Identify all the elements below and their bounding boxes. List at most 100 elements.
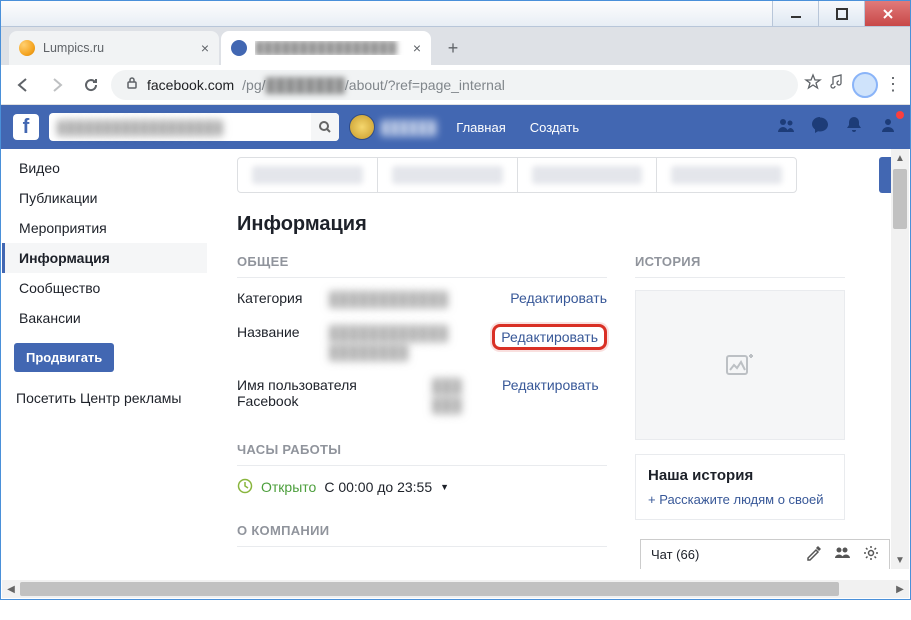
friend-requests-button[interactable] bbox=[776, 115, 796, 140]
tab-strip: Lumpics.ru × ████████████████ × + bbox=[1, 27, 910, 65]
fb-nav-create[interactable]: Создать bbox=[520, 120, 589, 135]
action-segment[interactable] bbox=[518, 158, 658, 192]
page-content: Видео Публикации Мероприятия Информация … bbox=[2, 149, 909, 569]
scroll-down-icon[interactable]: ▼ bbox=[891, 551, 909, 569]
fb-search-placeholder: ██████████████████ bbox=[57, 120, 311, 135]
fb-profile-name: ██████ bbox=[381, 120, 436, 135]
window-maximize-button[interactable] bbox=[818, 1, 864, 26]
vertical-scrollbar[interactable]: ▲ ▼ bbox=[891, 149, 909, 569]
label-name: Название bbox=[237, 324, 319, 340]
url-path: /pg/████████/about/?ref=page_internal bbox=[242, 77, 505, 93]
nav-reload-button[interactable] bbox=[77, 71, 105, 99]
url-field[interactable]: facebook.com/pg/████████/about/?ref=page… bbox=[111, 70, 798, 100]
edit-category-link[interactable]: Редактировать bbox=[510, 290, 607, 306]
fb-nav: Главная Создать bbox=[446, 120, 589, 135]
story-card: Наша история + Расскажите людям о своей bbox=[635, 454, 845, 520]
fb-logo-icon[interactable]: f bbox=[13, 114, 39, 140]
tab-title: Lumpics.ru bbox=[43, 41, 193, 55]
action-segment[interactable] bbox=[378, 158, 518, 192]
sidebar-item-posts[interactable]: Публикации bbox=[2, 183, 207, 213]
row-username: Имя пользователя Facebook ██████ Редакти… bbox=[237, 377, 607, 416]
sidebar-item-events[interactable]: Мероприятия bbox=[2, 213, 207, 243]
sidebar-item-about[interactable]: Информация bbox=[2, 243, 207, 273]
messenger-icon bbox=[810, 115, 830, 135]
value-name: ████████████████████ bbox=[329, 324, 482, 363]
story-card-title: Наша история bbox=[648, 467, 832, 484]
reload-icon bbox=[82, 76, 100, 94]
browser-tab-lumpics[interactable]: Lumpics.ru × bbox=[9, 31, 219, 65]
window-close-button[interactable] bbox=[864, 1, 910, 26]
close-icon bbox=[882, 8, 894, 20]
chevron-down-icon: ▼ bbox=[440, 482, 449, 492]
fb-search-input[interactable]: ██████████████████ bbox=[49, 113, 339, 141]
url-domain: facebook.com bbox=[147, 77, 234, 93]
lock-icon bbox=[125, 76, 139, 93]
sidebar-item-jobs[interactable]: Вакансии bbox=[2, 303, 207, 333]
scroll-left-icon[interactable]: ◀ bbox=[2, 580, 20, 598]
profile-button[interactable] bbox=[852, 72, 878, 98]
tab-title: ████████████████ bbox=[255, 41, 405, 55]
ad-center-link[interactable]: Посетить Центр рекламы bbox=[2, 382, 207, 414]
minimize-icon bbox=[790, 8, 802, 20]
avatar-icon bbox=[349, 114, 375, 140]
messenger-button[interactable] bbox=[810, 115, 830, 140]
browser-menu-button[interactable]: ⋮ bbox=[884, 74, 902, 95]
notification-dot-icon bbox=[896, 111, 904, 119]
maximize-icon bbox=[836, 8, 848, 20]
favicon-icon bbox=[231, 40, 247, 56]
browser-window: Lumpics.ru × ████████████████ × + facebo… bbox=[0, 0, 911, 600]
window-minimize-button[interactable] bbox=[772, 1, 818, 26]
fb-profile-link[interactable]: ██████ bbox=[349, 114, 436, 140]
nav-back-button[interactable] bbox=[9, 71, 37, 99]
edit-username-link[interactable]: Редактировать bbox=[502, 377, 599, 393]
group-icon[interactable] bbox=[833, 545, 851, 564]
page-sidebar: Видео Публикации Мероприятия Информация … bbox=[2, 149, 207, 569]
tab-close-icon[interactable]: × bbox=[413, 40, 421, 56]
fb-nav-home[interactable]: Главная bbox=[446, 120, 515, 135]
bookmark-button[interactable] bbox=[804, 73, 822, 96]
scroll-thumb[interactable] bbox=[20, 582, 839, 596]
search-icon[interactable] bbox=[311, 113, 339, 141]
story-image-placeholder[interactable] bbox=[635, 290, 845, 440]
sidebar-item-video[interactable]: Видео bbox=[2, 153, 207, 183]
action-segment[interactable] bbox=[238, 158, 378, 192]
notifications-button[interactable] bbox=[844, 115, 864, 140]
story-column: ИСТОРИЯ Наша история + Расскажите людям … bbox=[635, 254, 845, 559]
horizontal-scrollbar[interactable]: ◀ ▶ bbox=[2, 580, 909, 598]
hours-status: Открыто bbox=[261, 479, 316, 495]
scroll-thumb[interactable] bbox=[893, 169, 907, 229]
page-title: Информация bbox=[237, 213, 909, 236]
image-plus-icon bbox=[726, 353, 754, 377]
hours-row[interactable]: Открыто С 00:00 до 23:55 ▼ bbox=[237, 478, 607, 497]
scroll-up-icon[interactable]: ▲ bbox=[891, 149, 909, 167]
friends-icon bbox=[776, 115, 796, 135]
window-titlebar bbox=[1, 1, 910, 27]
promote-button[interactable]: Продвигать bbox=[14, 343, 114, 372]
general-column: ОБЩЕЕ Категория ████████████ Редактирова… bbox=[237, 254, 607, 559]
quick-help-button[interactable] bbox=[878, 115, 898, 140]
section-story-heading: ИСТОРИЯ bbox=[635, 254, 845, 278]
hours-range: С 00:00 до 23:55 bbox=[324, 479, 432, 495]
new-tab-button[interactable]: + bbox=[439, 34, 467, 62]
nav-forward-button[interactable] bbox=[43, 71, 71, 99]
arrow-right-icon bbox=[48, 76, 66, 94]
sidebar-item-community[interactable]: Сообщество bbox=[2, 273, 207, 303]
music-note-icon bbox=[828, 73, 846, 91]
action-segment[interactable] bbox=[657, 158, 796, 192]
media-button[interactable] bbox=[828, 73, 846, 96]
scroll-right-icon[interactable]: ▶ bbox=[891, 580, 909, 598]
chat-panel[interactable]: Чат (66) bbox=[640, 539, 890, 569]
label-username: Имя пользователя Facebook bbox=[237, 377, 422, 409]
edit-name-link[interactable]: Редактировать bbox=[492, 324, 607, 350]
value-username: ██████ bbox=[432, 377, 492, 416]
story-tell-link[interactable]: + Расскажите людям о своей bbox=[648, 492, 832, 507]
label-category: Категория bbox=[237, 290, 319, 306]
value-category: ████████████ bbox=[329, 290, 500, 310]
browser-tab-facebook[interactable]: ████████████████ × bbox=[221, 31, 431, 65]
star-icon bbox=[804, 73, 822, 91]
compose-icon[interactable] bbox=[805, 545, 821, 564]
favicon-icon bbox=[19, 40, 35, 56]
tab-close-icon[interactable]: × bbox=[201, 40, 209, 56]
gear-icon[interactable] bbox=[863, 545, 879, 564]
bell-icon bbox=[844, 115, 864, 135]
